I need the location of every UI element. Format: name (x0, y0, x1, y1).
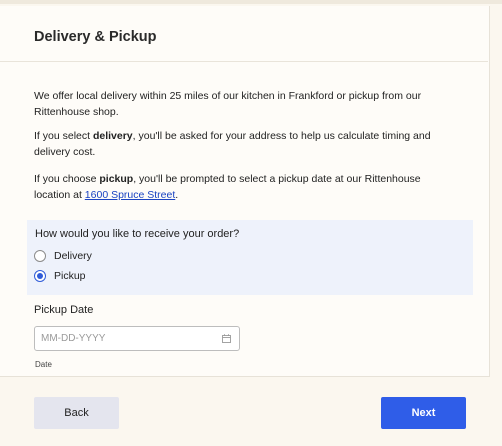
pickup-date-field[interactable] (34, 326, 240, 351)
question-label: How would you like to receive your order… (35, 228, 240, 240)
next-button[interactable]: Next (381, 397, 466, 429)
radio-option-delivery[interactable]: Delivery (34, 250, 92, 262)
intro-paragraph-1: We offer local delivery within 25 miles … (34, 90, 422, 118)
emphasis-pickup: pickup (99, 173, 134, 185)
delivery-method-question: How would you like to receive your order… (27, 220, 473, 295)
section-header: Delivery & Pickup (0, 6, 488, 62)
emphasis-delivery: delivery (92, 130, 133, 142)
form-card: Delivery & Pickup We offer local deliver… (0, 6, 490, 377)
radio-delivery[interactable] (34, 250, 46, 262)
text-fragment: If you select (34, 130, 93, 142)
radio-pickup[interactable] (34, 270, 46, 282)
address-link[interactable]: 1600 Spruce Street (85, 189, 175, 201)
calendar-icon[interactable] (222, 334, 231, 343)
radio-label-delivery: Delivery (54, 250, 92, 262)
text-fragment: If you choose (34, 173, 100, 185)
pickup-date-input[interactable] (41, 330, 211, 347)
radio-option-pickup[interactable]: Pickup (34, 270, 86, 282)
pickup-date-helper: Date (35, 360, 52, 369)
top-divider (0, 0, 502, 4)
back-button[interactable]: Back (34, 397, 119, 429)
section-title: Delivery & Pickup (34, 29, 157, 45)
radio-label-pickup: Pickup (54, 270, 86, 282)
pickup-date-label: Pickup Date (34, 304, 94, 316)
text-fragment: . (175, 189, 179, 201)
intro-paragraph-2: If you select delivery, you'll be asked … (34, 128, 454, 160)
intro-paragraph-3: If you choose pickup, you'll be prompted… (34, 171, 454, 203)
